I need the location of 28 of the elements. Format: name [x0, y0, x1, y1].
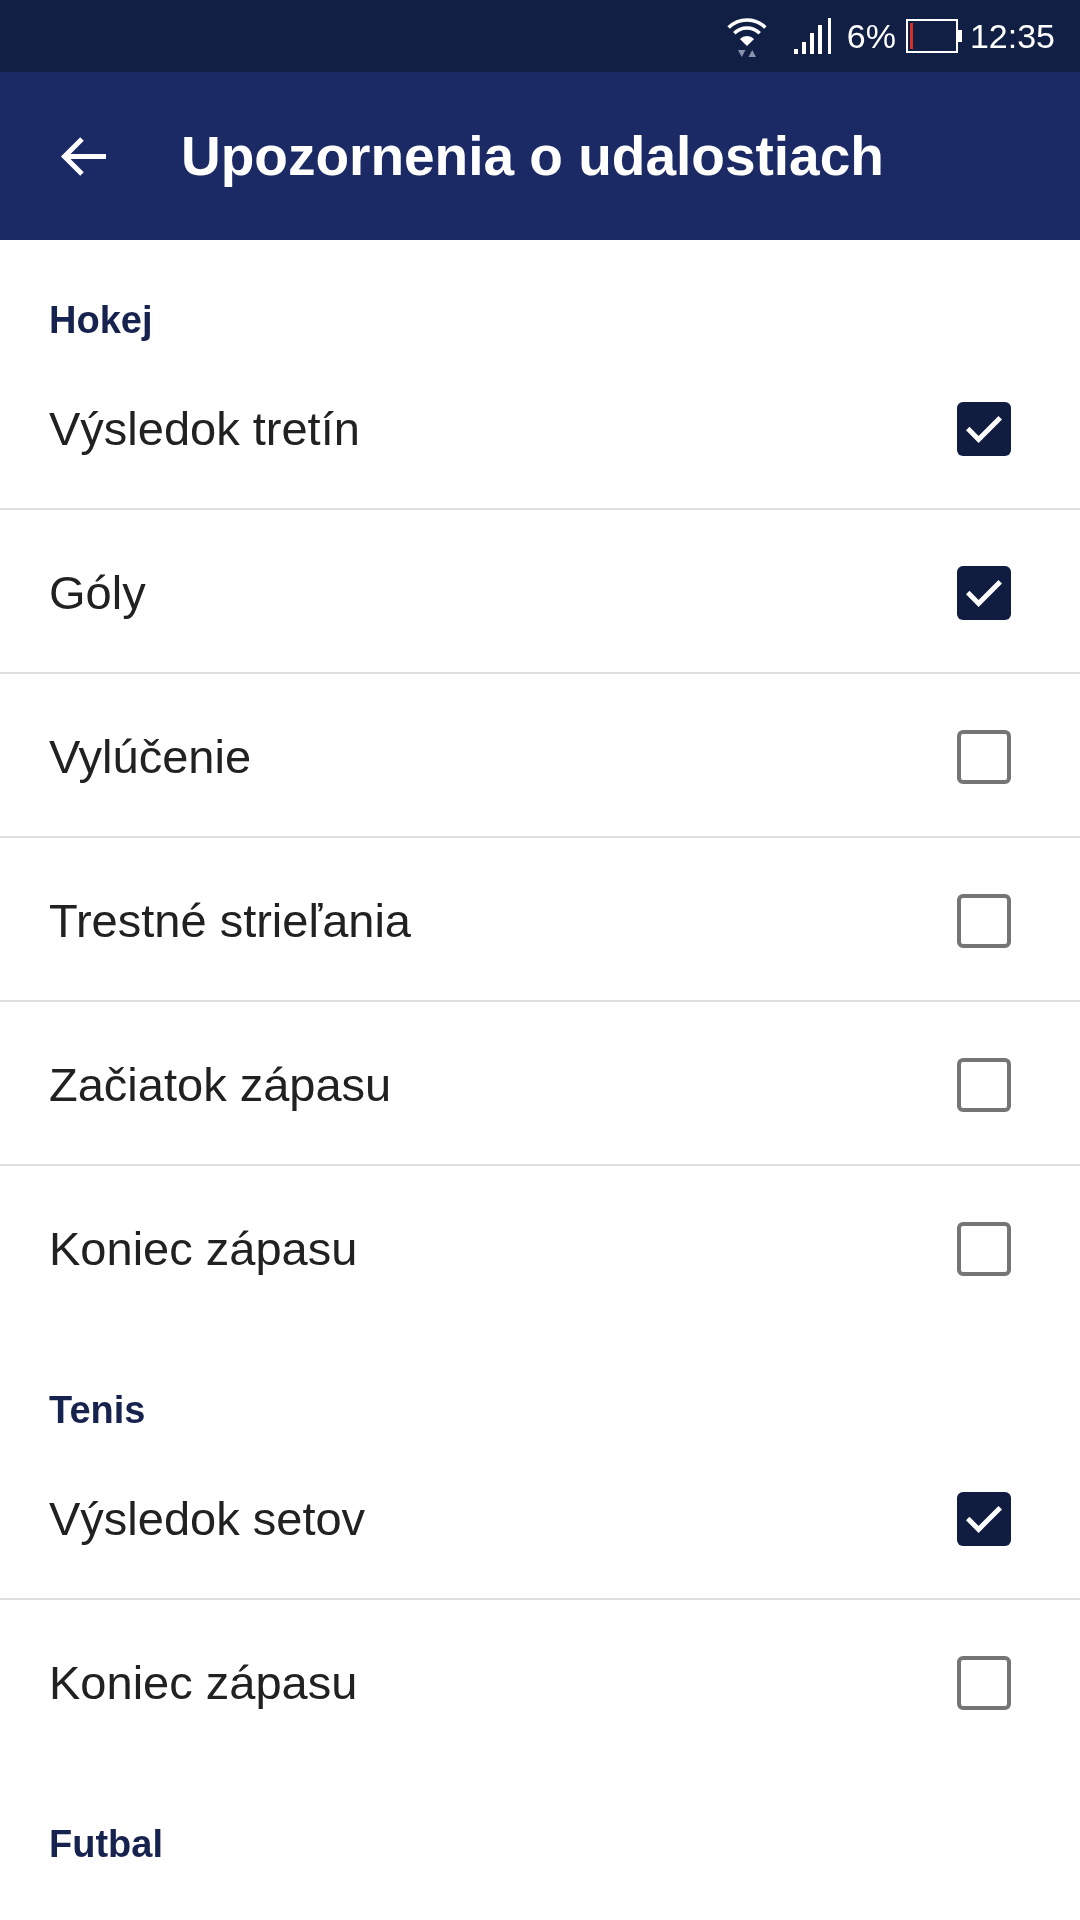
check-icon: [965, 579, 1003, 607]
battery-percent: 6%: [846, 16, 896, 56]
setting-label: Koniec zápasu: [49, 1221, 358, 1277]
setting-label: Začiatok zápasu: [49, 1057, 392, 1113]
checkbox[interactable]: [957, 1058, 1011, 1112]
signal-icon: [793, 18, 834, 54]
checkbox[interactable]: [957, 894, 1011, 948]
checkbox[interactable]: [957, 1656, 1011, 1710]
checkbox[interactable]: [957, 730, 1011, 784]
check-icon: [965, 1505, 1003, 1533]
checkbox[interactable]: [957, 1222, 1011, 1276]
battery-icon: [905, 19, 962, 53]
setting-label: Trestné strieľania: [49, 893, 411, 949]
setting-label: Výsledok setov: [49, 1491, 366, 1547]
checkbox[interactable]: [957, 566, 1011, 620]
checkbox[interactable]: [957, 1492, 1011, 1546]
section-header: Tenis: [49, 1388, 146, 1432]
check-icon: [965, 415, 1003, 443]
clock-time: 12:35: [969, 16, 1055, 56]
setting-label: Vylúčenie: [49, 729, 252, 785]
back-icon[interactable]: [59, 135, 108, 177]
setting-label: Koniec zápasu: [49, 1655, 358, 1711]
setting-label: Výsledok tretín: [49, 401, 360, 457]
setting-label: Góly: [49, 565, 146, 621]
section-header: Hokej: [49, 298, 153, 342]
checkbox[interactable]: [957, 402, 1011, 456]
screen-title: Upozornenia o udalostiach: [181, 124, 884, 188]
section-header: Futbal: [49, 1822, 163, 1866]
